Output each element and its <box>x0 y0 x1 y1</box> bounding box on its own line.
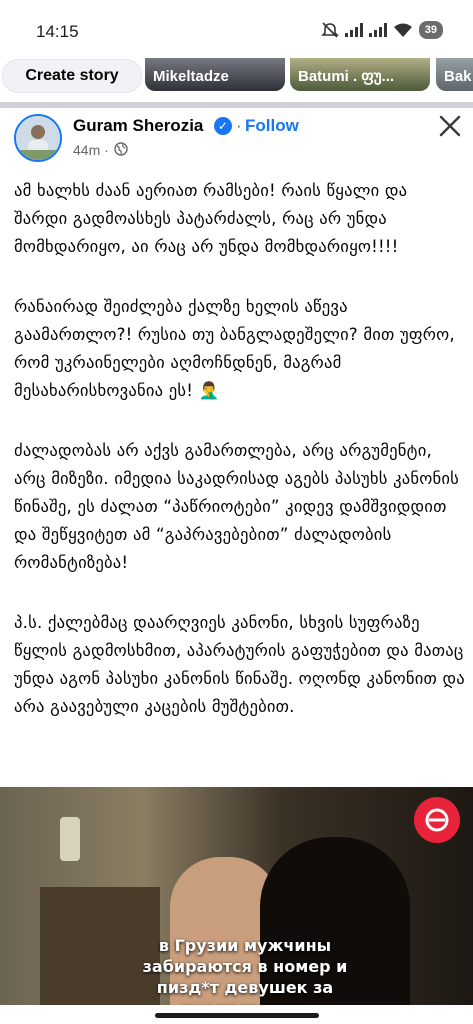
follow-button[interactable]: Follow <box>245 116 299 136</box>
app-logo-icon <box>414 797 460 843</box>
create-story-button[interactable]: Create story <box>2 59 142 93</box>
home-indicator[interactable] <box>155 1013 319 1018</box>
post-body: ამ ხალხს ძაან აერიათ რამსები! რაის წყალი… <box>14 177 466 753</box>
globe-icon <box>114 142 128 156</box>
system-nav-bar <box>0 1005 473 1024</box>
clock: 14:15 <box>36 22 79 41</box>
post-video[interactable]: в Грузии мужчины забираются в номер и пи… <box>0 787 473 1005</box>
post-paragraph: პ.ს. ქალებმაც დაარღვიეს კანონი, სხვის სუ… <box>14 613 465 716</box>
status-bar: 14:15 39 <box>0 0 473 58</box>
post-header: Guram Sherozia ✓ · Follow 44m · <box>0 108 473 168</box>
signal-icon <box>344 23 363 37</box>
video-scene-lamp <box>60 817 80 861</box>
story-card[interactable]: Mikeltadze <box>145 58 285 91</box>
separator-dot: · <box>236 116 242 135</box>
close-icon[interactable] <box>436 112 464 140</box>
story-label: Mikeltadze <box>153 68 229 85</box>
author-avatar[interactable] <box>14 114 62 162</box>
video-caption: в Грузии мужчины забираются в номер и пи… <box>142 936 348 1005</box>
avatar-image <box>16 116 60 160</box>
story-card[interactable]: Bak <box>436 58 473 91</box>
battery-icon: 39 <box>418 21 443 39</box>
story-label: Batumi . ფუ... <box>298 68 395 85</box>
dnd-icon <box>320 22 339 38</box>
verified-icon: ✓ <box>214 117 232 135</box>
wifi-icon <box>393 23 412 37</box>
post-paragraph: რანაირად შეიძლება ქალზე ხელის აწევა გაამ… <box>14 297 455 400</box>
post-timestamp[interactable]: 44m · <box>73 142 109 158</box>
post-paragraph: ამ ხალხს ძაან აერიათ რამსები! რაის წყალი… <box>14 181 408 256</box>
post-paragraph: ძალადობას არ აქვს გამართლება, არც არგუმე… <box>14 441 460 572</box>
stories-row: Create story Mikeltadze Batumi . ფუ... B… <box>0 58 473 102</box>
story-label: Bak <box>444 68 472 85</box>
story-card[interactable]: Batumi . ფუ... <box>290 58 430 91</box>
author-name[interactable]: Guram Sherozia <box>73 116 203 136</box>
signal-icon <box>368 23 387 37</box>
status-icons: 39 <box>320 21 443 39</box>
